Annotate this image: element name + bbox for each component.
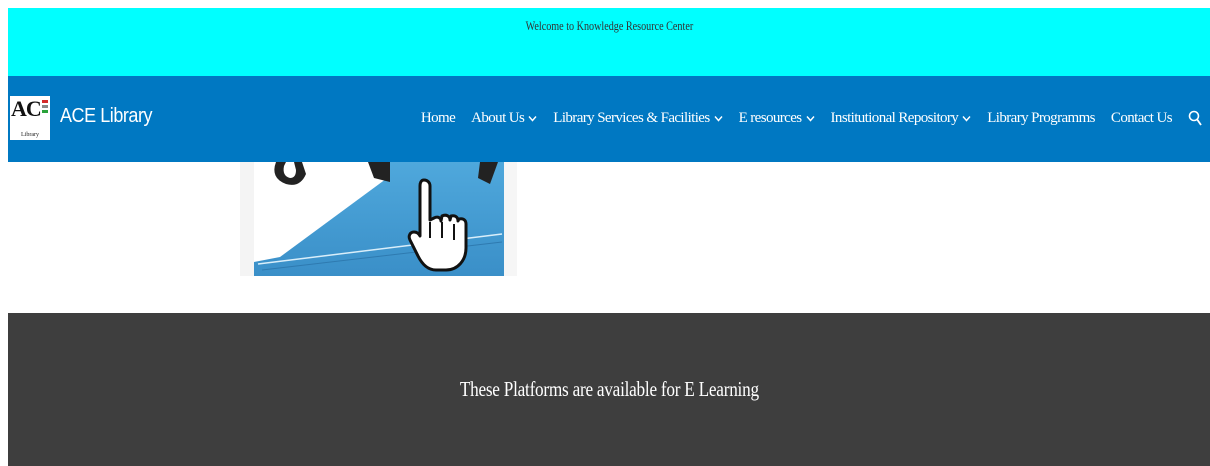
menu-label: Library Services & Facilities	[553, 109, 710, 126]
search-icon[interactable]	[1188, 110, 1202, 126]
logo-text: AC	[11, 96, 42, 121]
menu-item-library-programms[interactable]: Library Programms	[987, 110, 1095, 127]
announcement-bar: Welcome to Knowledge Resource Center	[8, 8, 1210, 76]
site-logo[interactable]: AC Library	[10, 96, 50, 140]
logo-subtext: Library	[21, 132, 39, 138]
menu-label: Contact Us	[1110, 109, 1173, 126]
main-menu: Home About Us Library Services & Facilit…	[405, 107, 1202, 129]
section-heading: These Platforms are available for E Lear…	[459, 377, 759, 401]
hero-image	[240, 162, 517, 276]
site-header: AC Library ACE Library Home About Us Lib…	[8, 76, 1210, 162]
logo-bars-icon	[42, 100, 48, 115]
chevron-down-icon	[714, 115, 723, 122]
menu-label: Home	[420, 109, 456, 126]
brand-name[interactable]: ACE Library	[60, 105, 153, 128]
menu-item-contact-us[interactable]: Contact Us	[1110, 109, 1173, 127]
hand-cursor-icon	[240, 162, 517, 276]
chevron-down-icon	[528, 115, 537, 122]
menu-item-institutional-repository[interactable]: Institutional Repository	[831, 110, 972, 127]
menu-label: About Us	[471, 109, 525, 126]
e-learning-section: These Platforms are available for E Lear…	[8, 313, 1210, 466]
menu-label: E resources	[738, 109, 803, 126]
menu-item-library-services[interactable]: Library Services & Facilities	[553, 109, 723, 127]
menu-label: Institutional Repository	[830, 109, 959, 126]
menu-item-about-us[interactable]: About Us	[471, 110, 537, 127]
menu-item-home[interactable]: Home	[420, 109, 456, 127]
chevron-down-icon	[806, 115, 815, 122]
chevron-down-icon	[962, 115, 971, 122]
menu-item-e-resources[interactable]: E resources	[739, 110, 815, 127]
welcome-text: Welcome to Knowledge Resource Center	[525, 18, 693, 33]
menu-label: Library Programms	[987, 109, 1095, 126]
